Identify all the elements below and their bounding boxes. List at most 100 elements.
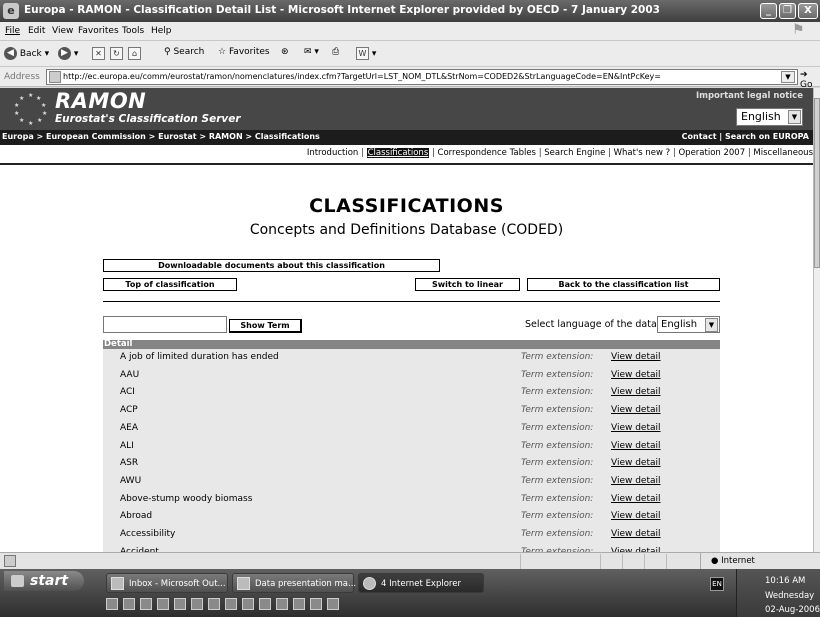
term-extension-label: Term extension: [521,352,594,362]
term-input[interactable] [103,316,227,333]
vertical-scrollbar[interactable] [813,88,820,552]
page-icon [49,71,61,83]
address-input[interactable]: http://ec.europa.eu/comm/eurostat/ramon/… [46,69,798,85]
view-detail-link[interactable]: View detail [611,441,661,451]
view-detail-link[interactable]: View detail [611,458,661,468]
top-of-classification-button[interactable]: Top of classification [103,278,237,291]
task-internet-explorer[interactable]: 4 Internet Explorer [358,573,484,593]
favorites-button[interactable]: ☆ Favorites [218,47,270,57]
legal-notice-link[interactable]: Important legal notice [696,91,803,101]
star-icon: ☆ [218,47,227,57]
quicklaunch-access-icon[interactable] [191,598,203,610]
menu-edit[interactable]: Edit [28,26,45,36]
breadcrumb-bar: Europa > European Commission > Eurostat … [0,130,813,145]
view-detail-link[interactable]: View detail [611,370,661,380]
list-item: ALI Term extension: View detail [103,439,720,457]
language-indicator[interactable]: EN [710,577,724,591]
nav-classifications[interactable]: Classifications [366,148,430,158]
stop-button[interactable]: ✕ [92,47,105,60]
refresh-button[interactable]: ↻ [110,47,123,60]
minimize-button[interactable]: _ [760,3,777,19]
quicklaunch-folder-icon[interactable] [157,598,169,610]
menu-help[interactable]: Help [151,26,172,36]
forward-button[interactable]: ▶ ▾ [58,47,78,60]
quicklaunch-powerpoint-icon[interactable] [259,598,271,610]
quicklaunch-excel-icon[interactable] [208,598,220,610]
data-language-label: Select language of the data: [525,319,660,330]
menu-view[interactable]: View [52,26,73,36]
term-extension-label: Term extension: [521,440,594,451]
nav-search-engine[interactable]: Search Engine [544,148,605,158]
start-button[interactable]: start [4,571,84,591]
switch-to-linear-button[interactable]: Switch to linear [415,278,520,291]
mail-button[interactable]: ✉ ▾ [304,47,319,57]
term-extension-label: Term extension: [521,475,594,486]
downloadable-docs-button[interactable]: Downloadable documents about this classi… [103,259,440,272]
list-item: AWU Term extension: View detail [103,474,720,492]
word-icon: W [356,47,369,60]
word-button[interactable]: W ▾ [356,47,376,60]
quicklaunch-mail-icon[interactable] [327,598,339,610]
windows-logo-icon: ⚑ [792,22,805,38]
outlook-icon [111,577,124,590]
task-data-presentation[interactable]: Data presentation ma... [232,573,357,593]
back-button[interactable]: ◀ Back ▾ [4,47,49,60]
quicklaunch-excel2-icon[interactable] [276,598,288,610]
menu-tools[interactable]: Tools [122,26,144,36]
view-detail-link[interactable]: View detail [611,529,661,539]
back-to-list-button[interactable]: Back to the classification list [527,278,720,291]
close-button[interactable]: X [798,3,818,19]
breadcrumb[interactable]: Europa > European Commission > Eurostat … [2,132,320,141]
menu-favorites[interactable]: Favorites [78,26,119,36]
contact-search-links[interactable]: Contact | Search on EUROPA [682,132,809,141]
go-button[interactable]: ➔ Go [800,70,820,90]
show-term-button[interactable]: Show Term [229,319,302,333]
term-label: ACP [120,405,138,416]
site-language-select[interactable]: English ▼ [736,108,803,126]
quicklaunch-word2-icon[interactable] [310,598,322,610]
print-button[interactable]: ⎙ [332,47,339,57]
search-button[interactable]: ⚲ Search [164,47,204,57]
list-item: Abroad Term extension: View detail [103,509,720,527]
view-detail-link[interactable]: View detail [611,476,661,486]
address-dropdown-icon[interactable]: ▼ [781,71,795,83]
quicklaunch-ie-icon[interactable] [106,598,118,610]
clock-time[interactable]: 10:16 AM [765,576,805,586]
toolbar: ◀ Back ▾ ▶ ▾ ✕ ↻ ⌂ ⚲ Search ☆ Favorites … [0,41,820,67]
address-url: http://ec.europa.eu/comm/eurostat/ramon/… [63,72,661,81]
nav-miscellaneous[interactable]: Miscellaneous [753,148,813,158]
menu-file[interactable]: File [5,26,20,36]
quicklaunch-browser-icon[interactable] [140,598,152,610]
view-detail-link[interactable]: View detail [611,494,661,504]
view-detail-link[interactable]: View detail [611,511,661,521]
term-extension-label: Term extension: [521,422,594,433]
task-inbox[interactable]: Inbox - Microsoft Out... [106,573,228,593]
media-button[interactable]: ⊛ [281,47,289,57]
nav-introduction[interactable]: Introduction [307,148,358,158]
view-detail-link[interactable]: View detail [611,387,661,397]
address-label: Address [4,72,40,82]
quicklaunch-media-icon[interactable] [123,598,135,610]
nav-operation[interactable]: Operation 2007 [678,148,745,158]
home-button[interactable]: ⌂ [128,47,141,60]
go-arrow-icon: ➔ [800,70,808,80]
quicklaunch-calendar-icon[interactable] [293,598,305,610]
nav-whats-new[interactable]: What's new ? [614,148,671,158]
term-label: ALI [120,440,134,451]
scrollbar-thumb[interactable] [814,98,820,268]
data-language-select[interactable]: English ▼ [657,316,720,333]
site-language-value: English [741,110,781,123]
restore-button[interactable]: ❐ [779,3,796,19]
term-label: Above-stump woody biomass [120,493,253,504]
nav-correspondence[interactable]: Correspondence Tables [438,148,536,158]
term-extension-label: Term extension: [521,387,594,398]
task-data-label: Data presentation ma... [255,579,357,589]
quicklaunch-desktop-icon[interactable] [174,598,186,610]
quicklaunch-word-icon[interactable] [225,598,237,610]
search-label: Search [173,47,205,57]
view-detail-link[interactable]: View detail [611,352,661,362]
view-detail-link[interactable]: View detail [611,423,661,433]
document-icon [237,577,250,590]
quicklaunch-outlook-icon[interactable] [242,598,254,610]
view-detail-link[interactable]: View detail [611,405,661,415]
